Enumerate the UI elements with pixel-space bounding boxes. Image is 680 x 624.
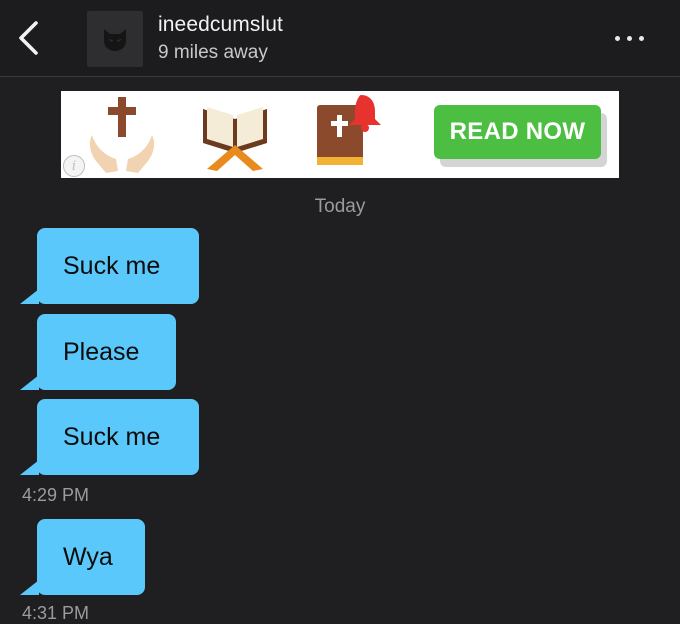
message-bubble[interactable]: Wya (20, 519, 145, 595)
distance-label: 9 miles away (158, 42, 268, 63)
message-text: Wya (63, 542, 113, 571)
bubble-tail (20, 375, 39, 390)
chat-header: ineedcumslut 9 miles away (0, 0, 680, 77)
bubble-tail (20, 580, 39, 595)
mask-avatar-icon (104, 29, 126, 51)
message-timestamp: 4:29 PM (22, 485, 90, 505)
message-text: Please (63, 337, 140, 366)
read-now-button[interactable]: READ NOW (434, 105, 601, 159)
back-button[interactable] (10, 16, 46, 60)
bubble-tail (20, 460, 39, 475)
open-book-stand-icon (203, 107, 267, 171)
more-horizontal-icon (638, 35, 644, 41)
message-text: Suck me (63, 251, 161, 280)
message-bubble[interactable]: Suck me (20, 399, 199, 475)
more-horizontal-icon (614, 35, 620, 41)
chevron-left-icon (19, 21, 38, 55)
username[interactable]: ineedcumslut (158, 13, 283, 37)
info-icon[interactable]: i (63, 155, 85, 177)
praying-hands-cross-icon (89, 97, 155, 173)
message-text: Suck me (63, 422, 161, 451)
date-separator: Today (314, 196, 366, 217)
message-timestamp: 4:31 PM (22, 603, 90, 623)
bible-bell-icon (317, 95, 381, 165)
more-horizontal-icon (626, 35, 632, 41)
message-bubble[interactable]: Suck me (20, 228, 199, 304)
more-options-button[interactable] (604, 20, 654, 56)
bubble-tail (20, 289, 39, 304)
avatar[interactable] (87, 11, 143, 67)
message-bubble[interactable]: Please (20, 314, 176, 390)
ad-banner[interactable]: READ NOW i (61, 91, 619, 178)
